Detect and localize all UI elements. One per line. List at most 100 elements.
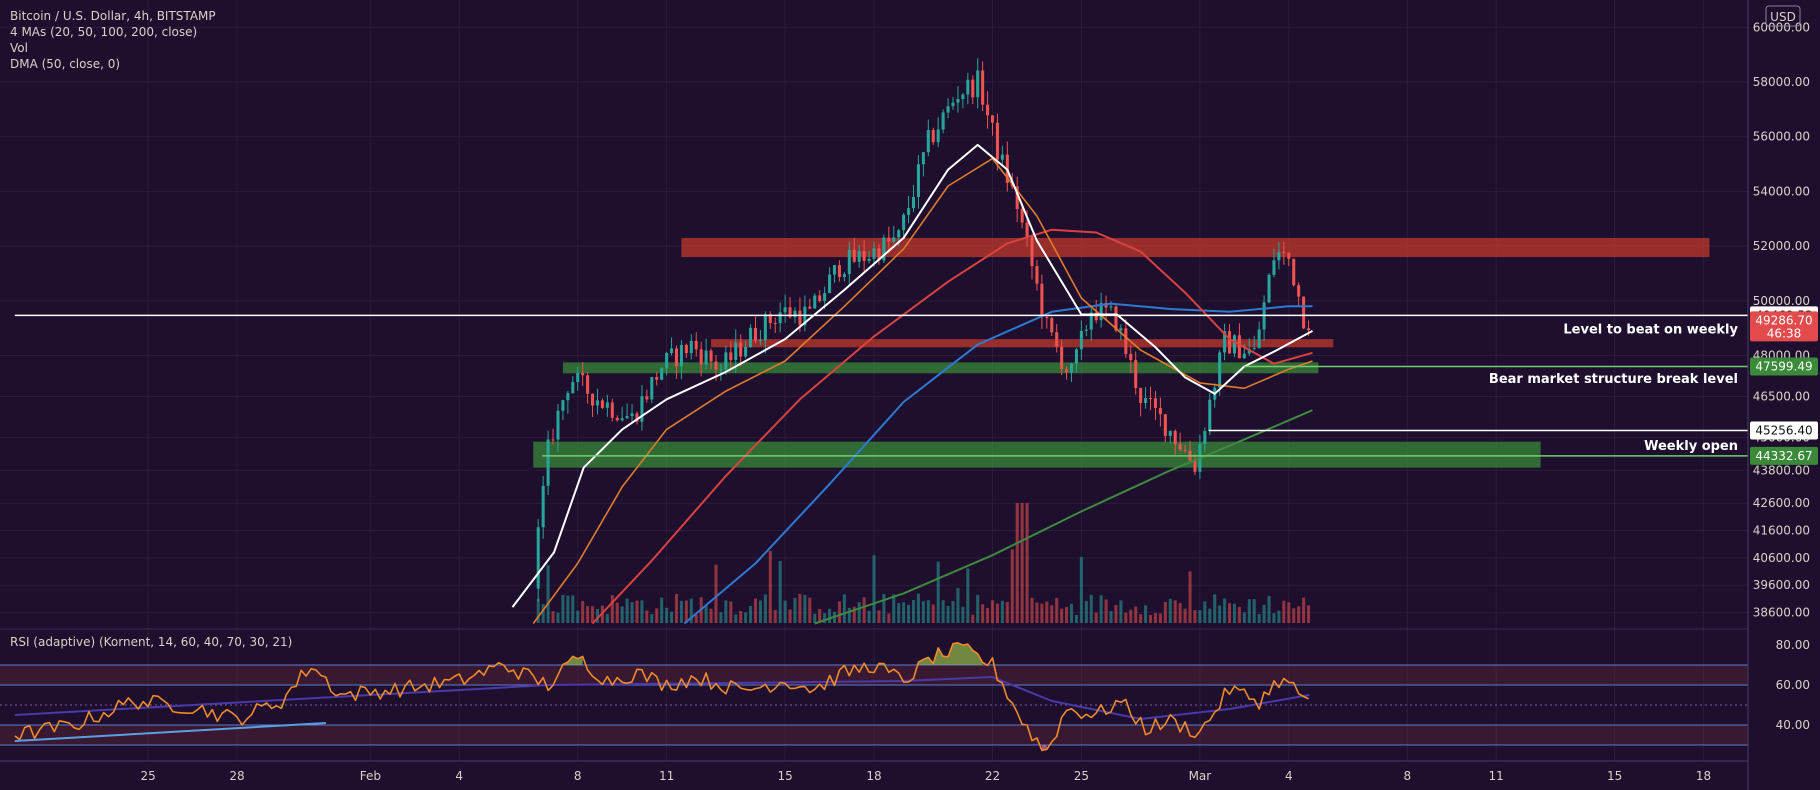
volume-bar bbox=[986, 607, 990, 623]
volume-bar bbox=[576, 610, 580, 623]
price-tick-label[interactable]: 39600.00 bbox=[1753, 578, 1810, 592]
volume-bar bbox=[640, 600, 644, 623]
time-tick-label[interactable]: 8 bbox=[1403, 769, 1411, 783]
label-level-to-beat: Level to beat on weekly bbox=[1563, 323, 1738, 338]
price-tick-label[interactable]: 46500.00 bbox=[1753, 390, 1810, 404]
volume-bar bbox=[793, 597, 797, 623]
volume-bar bbox=[882, 593, 886, 623]
dma-indicator-label[interactable]: DMA (50, close, 0) bbox=[10, 57, 120, 71]
volume-bar bbox=[551, 611, 555, 623]
rsi-indicator-label[interactable]: RSI (adaptive) (Kornent, 14, 60, 40, 70,… bbox=[10, 635, 292, 649]
volume-bar bbox=[981, 604, 985, 623]
candle-body bbox=[566, 393, 570, 401]
price-tick-label[interactable]: 54000.00 bbox=[1753, 184, 1810, 198]
time-tick-label[interactable]: 18 bbox=[1696, 769, 1711, 783]
time-tick-label[interactable]: 11 bbox=[659, 769, 674, 783]
volume-bar bbox=[1104, 599, 1108, 623]
candle-body bbox=[1232, 335, 1236, 354]
volume-bar bbox=[758, 600, 762, 623]
ma-indicator-label[interactable]: 4 MAs (20, 50, 100, 200, close) bbox=[10, 25, 197, 39]
volume-bar bbox=[778, 561, 782, 623]
price-tick-label[interactable]: 42600.00 bbox=[1753, 496, 1810, 510]
tag-support[interactable]: 44332.67 bbox=[1750, 446, 1818, 465]
volume-bar bbox=[724, 600, 728, 623]
tag-weekly-open[interactable]: 45256.40 bbox=[1750, 421, 1818, 440]
candle-body bbox=[798, 310, 802, 326]
candle bbox=[1267, 273, 1271, 304]
time-tick-label[interactable]: 11 bbox=[1489, 769, 1504, 783]
tag-last-price[interactable]: 49286.7046:38 bbox=[1750, 311, 1818, 342]
price-tick-label[interactable]: 43800.00 bbox=[1753, 463, 1810, 477]
volume-bar bbox=[828, 608, 832, 623]
candle bbox=[546, 430, 550, 495]
symbol-title[interactable]: Bitcoin / U.S. Dollar, 4h, BITSTAMP bbox=[10, 9, 216, 23]
candle-body bbox=[892, 237, 896, 242]
time-tick-label[interactable]: 18 bbox=[866, 769, 881, 783]
volume-bar bbox=[1148, 614, 1153, 623]
chart-canvas: Level to beat on weekly Bear market struc… bbox=[0, 0, 1820, 790]
candle-body bbox=[541, 485, 545, 528]
candle-body bbox=[1144, 398, 1148, 404]
candle-body bbox=[1050, 317, 1054, 333]
time-tick-label[interactable]: 4 bbox=[455, 769, 463, 783]
volume-bar bbox=[847, 607, 851, 623]
volume-bar bbox=[763, 594, 767, 623]
volume-bar bbox=[1055, 597, 1059, 623]
volume-bar bbox=[1188, 571, 1192, 623]
time-tick-label[interactable]: 4 bbox=[1285, 769, 1293, 783]
time-tick-label[interactable]: 25 bbox=[140, 769, 155, 783]
time-tick-label[interactable]: 15 bbox=[777, 769, 792, 783]
volume-bar bbox=[1005, 601, 1009, 623]
price-tick-label[interactable]: 50000.00 bbox=[1753, 294, 1810, 308]
volume-indicator-label[interactable]: Vol bbox=[10, 41, 28, 55]
price-tick-label[interactable]: 41600.00 bbox=[1753, 524, 1810, 538]
candle-body bbox=[1297, 285, 1301, 297]
price-tick-label[interactable]: 58000.00 bbox=[1753, 75, 1810, 89]
price-tick-label[interactable]: 52000.00 bbox=[1753, 239, 1810, 253]
volume-bar bbox=[1089, 594, 1093, 623]
price-tick-label[interactable]: 38600.00 bbox=[1753, 606, 1810, 620]
rsi-tick-label[interactable]: 40.00 bbox=[1776, 718, 1810, 732]
candle-body bbox=[586, 375, 590, 394]
rsi-tick-label[interactable]: 60.00 bbox=[1776, 678, 1810, 692]
candle-body bbox=[818, 295, 822, 302]
volume-bar bbox=[734, 614, 738, 623]
candle-body bbox=[581, 372, 585, 376]
volume-bar bbox=[1035, 602, 1039, 623]
price-tick-label[interactable]: 40600.00 bbox=[1753, 551, 1810, 565]
price-tick-label[interactable]: 56000.00 bbox=[1753, 130, 1810, 144]
resistance-zone-top bbox=[681, 237, 1710, 258]
candle-body bbox=[832, 265, 837, 275]
volume-bar bbox=[729, 601, 733, 623]
tag-bear-structure[interactable]: 47599.49 bbox=[1750, 357, 1818, 376]
time-tick-label[interactable]: 15 bbox=[1607, 769, 1622, 783]
volume-bar bbox=[946, 606, 950, 623]
candle-body bbox=[1124, 328, 1128, 354]
volume-bar bbox=[744, 612, 748, 623]
volume-bar bbox=[1178, 603, 1182, 623]
candle-body bbox=[902, 214, 906, 231]
candle-body bbox=[1055, 332, 1059, 347]
time-tick-label[interactable]: 25 bbox=[1074, 769, 1089, 783]
candle-body bbox=[536, 527, 540, 589]
time-tick-label[interactable]: Feb bbox=[360, 769, 381, 783]
candle-body bbox=[911, 196, 916, 209]
candle-body bbox=[591, 393, 595, 406]
time-tick-label[interactable]: 8 bbox=[574, 769, 582, 783]
volume-bar bbox=[936, 561, 940, 623]
candle-body bbox=[887, 237, 891, 242]
time-tick-label[interactable]: 28 bbox=[229, 769, 244, 783]
time-tick-label[interactable]: Mar bbox=[1189, 769, 1212, 783]
volume-bar bbox=[1302, 597, 1306, 623]
candle-body bbox=[951, 102, 955, 107]
candle bbox=[660, 367, 664, 381]
candle-body bbox=[1183, 449, 1187, 451]
volume-bar bbox=[1065, 606, 1069, 623]
volume-bar bbox=[1094, 612, 1098, 623]
volume-bar bbox=[541, 604, 545, 623]
candle-body bbox=[823, 293, 827, 302]
rsi-tick-label[interactable]: 80.00 bbox=[1776, 638, 1810, 652]
candle-body bbox=[650, 377, 654, 400]
time-tick-label[interactable]: 22 bbox=[985, 769, 1000, 783]
candle-body bbox=[1030, 236, 1034, 267]
